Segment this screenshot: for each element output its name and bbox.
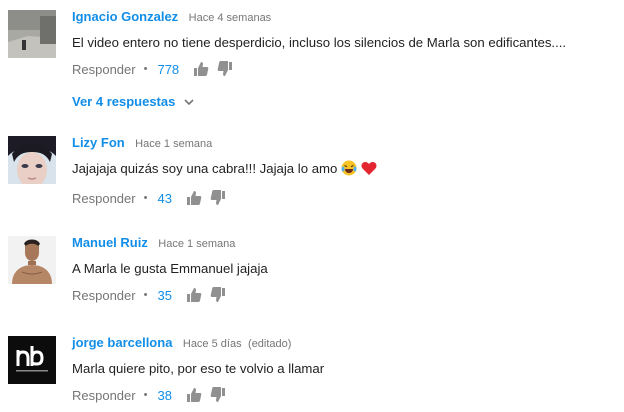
thumbs-up-icon[interactable]	[186, 287, 202, 303]
avatar[interactable]	[8, 136, 56, 184]
thumbs-up-icon[interactable]	[186, 190, 202, 206]
thumbs-down-icon[interactable]	[210, 387, 226, 403]
reply-button[interactable]: Responder	[72, 191, 136, 206]
separator: •	[143, 389, 148, 401]
author-name[interactable]: jorge barcellona	[72, 335, 172, 350]
view-replies-button[interactable]: Ver 4 respuestas	[72, 94, 195, 109]
thumbs-up-icon[interactable]	[186, 387, 202, 403]
like-count: 43	[157, 190, 172, 206]
reply-button[interactable]: Responder	[72, 62, 136, 77]
avatar-image	[8, 336, 56, 384]
edited-label: (editado)	[248, 338, 292, 350]
avatar[interactable]	[8, 236, 56, 284]
red-heart-emoji	[361, 160, 377, 181]
comment-time[interactable]: Hace 4 semanas	[189, 12, 272, 24]
like-count: 38	[157, 387, 172, 403]
thumbs-down-icon[interactable]	[210, 287, 226, 303]
comment-text-row: Jajajaja quizás soy una cabra!!! Jajaja …	[72, 160, 620, 181]
reply-button[interactable]: Responder	[72, 388, 136, 403]
thumbs-up-icon[interactable]	[193, 61, 209, 77]
chevron-down-icon	[184, 99, 194, 106]
comment-time[interactable]: Hace 5 días	[183, 338, 242, 350]
like-count: 778	[157, 61, 180, 77]
thumbs-down-icon[interactable]	[217, 61, 233, 77]
separator: •	[143, 63, 148, 75]
comment-time[interactable]: Hace 1 semana	[158, 238, 235, 250]
comment-text: Jajajaja quizás soy una cabra!!! Jajaja …	[72, 161, 338, 176]
avatar[interactable]	[8, 336, 56, 384]
author-name[interactable]: Ignacio Gonzalez	[72, 9, 178, 24]
view-replies-label: Ver 4 respuestas	[72, 94, 176, 109]
like-count: 35	[157, 287, 172, 303]
separator: •	[143, 192, 148, 204]
avatar[interactable]	[8, 10, 56, 58]
comment-time[interactable]: Hace 1 semana	[135, 138, 212, 150]
comment-text: A Marla le gusta Emmanuel jajaja	[72, 261, 268, 276]
avatar-image	[8, 236, 56, 284]
avatar-image	[8, 136, 56, 184]
laughing-crying-emoji	[341, 160, 357, 181]
separator: •	[143, 289, 148, 301]
avatar-image	[8, 10, 56, 58]
comment-text: Marla quiere pito, por eso te volvio a l…	[72, 361, 325, 376]
author-name[interactable]: Lizy Fon	[72, 135, 125, 150]
author-name[interactable]: Manuel Ruiz	[72, 235, 148, 250]
thumbs-down-icon[interactable]	[210, 190, 226, 206]
comment-text: El video entero no tiene desperdicio, in…	[72, 35, 567, 50]
reply-button[interactable]: Responder	[72, 288, 136, 303]
